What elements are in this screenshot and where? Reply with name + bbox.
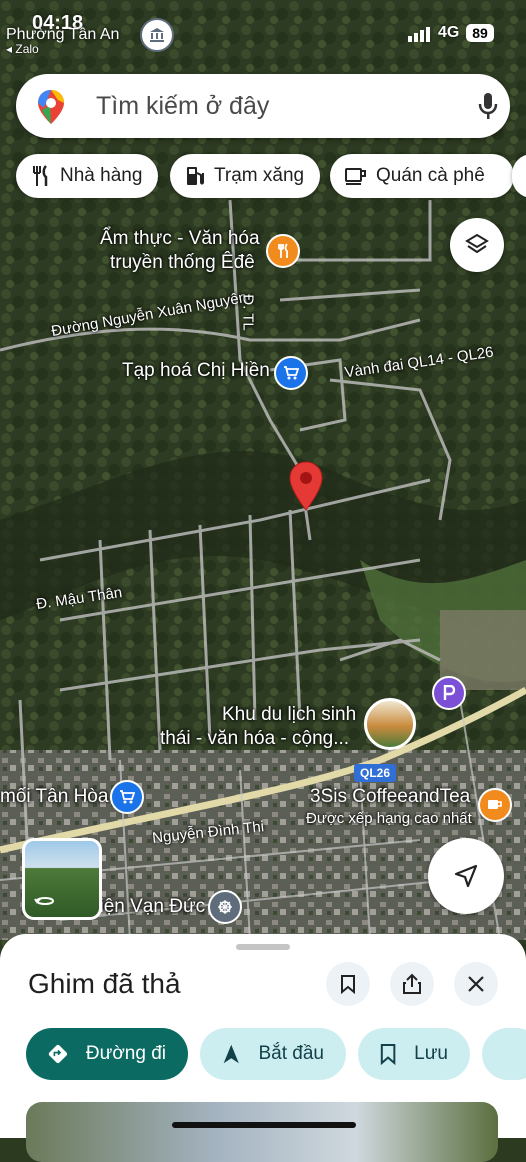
chip-gas-stations[interactable]: Trạm xăng: [170, 154, 320, 198]
shopping-cart-icon[interactable]: [274, 356, 308, 390]
battery-level: 89: [466, 24, 494, 42]
chip-label: Trạm xăng: [214, 165, 305, 186]
chip-restaurants[interactable]: Nhà hàng: [16, 154, 158, 198]
chip-more[interactable]: [512, 154, 526, 198]
poi-label-eco-park-line1[interactable]: Khu du lịch sinh: [222, 704, 356, 726]
network-type: 4G: [438, 24, 460, 41]
close-icon: [468, 976, 484, 992]
government-building-icon[interactable]: [140, 18, 174, 52]
layers-icon: [465, 233, 489, 254]
search-input[interactable]: Tìm kiếm ở đây: [96, 92, 269, 121]
bookmark-icon: [380, 1044, 396, 1066]
close-button[interactable]: [454, 962, 498, 1006]
start-navigation-button[interactable]: Bắt đầu: [200, 1028, 346, 1080]
status-bar: 04:18 Phường Tân An ◂ Zalo 4G 89: [0, 0, 526, 60]
category-chips: Nhà hàng Trạm xăng Quán cà phê: [16, 154, 526, 200]
route-shield-ql26: QL26: [354, 764, 397, 782]
shopping-cart-icon[interactable]: [110, 780, 144, 814]
poi-label-temple[interactable]: viện Vạn Đức: [90, 896, 205, 918]
place-title: Ghim đã thả: [28, 968, 181, 999]
navigate-icon: [223, 1044, 239, 1064]
save-place-button[interactable]: [326, 962, 370, 1006]
coffee-poi-icon[interactable]: [478, 788, 512, 822]
poi-label-cafe[interactable]: 3Sis CoffeeandTea: [310, 786, 470, 808]
signal-icon: [408, 27, 430, 42]
poi-label-cafe-rating: Được xếp hạng cao nhất: [306, 810, 472, 827]
bookmark-icon: [341, 975, 355, 994]
map-layers-button[interactable]: [450, 218, 504, 272]
restaurant-icon: [33, 165, 48, 186]
restaurant-poi-icon[interactable]: [266, 234, 300, 268]
street-view-thumbnail[interactable]: [22, 838, 102, 920]
street-view-rotate-icon: [34, 897, 55, 905]
gas-station-icon: [187, 167, 204, 185]
dropped-pin-icon[interactable]: [288, 460, 324, 512]
my-location-button[interactable]: [428, 838, 504, 914]
eco-park-thumbnail[interactable]: [364, 698, 416, 750]
place-bottom-sheet[interactable]: Ghim đã thả Đường đi Bắt đầu Lưu: [0, 934, 526, 1162]
back-to-app-link[interactable]: ◂ Zalo: [6, 42, 39, 56]
directions-icon: [48, 1044, 68, 1064]
poi-label-eco-park-line2[interactable]: thái - văn hóa - cộng...: [160, 728, 349, 750]
search-bar[interactable]: Tìm kiếm ở đây: [16, 74, 510, 138]
chip-coffee[interactable]: Quán cà phê: [330, 154, 514, 198]
microphone-icon[interactable]: [478, 92, 498, 120]
google-maps-logo-icon: [38, 90, 64, 124]
coffee-icon: [345, 168, 366, 185]
navigation-arrow-icon: [454, 864, 478, 888]
place-photo[interactable]: [26, 1102, 498, 1162]
action-label: Đường đi: [85, 1043, 166, 1064]
parking-poi-icon[interactable]: [432, 676, 466, 710]
share-icon: [403, 973, 421, 994]
poi-label-culinary-line1[interactable]: Ẩm thực - Văn hóa: [100, 228, 260, 250]
chip-label: Nhà hàng: [60, 165, 143, 186]
save-button[interactable]: Lưu: [358, 1028, 470, 1080]
poi-label-tan-hoa[interactable]: mối Tân Hòa: [0, 786, 108, 808]
directions-button[interactable]: Đường đi: [26, 1028, 188, 1080]
poi-label-culinary-line2[interactable]: truyền thống Êđê: [110, 252, 255, 274]
share-button[interactable]: [390, 962, 434, 1006]
action-label: Bắt đầu: [258, 1043, 325, 1064]
more-actions-button[interactable]: [482, 1028, 526, 1080]
poi-label-chi-hien[interactable]: Tạp hoá Chị Hiền: [122, 360, 270, 382]
action-label: Lưu: [414, 1043, 448, 1064]
sheet-drag-handle[interactable]: [236, 944, 290, 950]
chip-label: Quán cà phê: [376, 165, 485, 186]
road-label-dtl: Đ. TL: [239, 294, 257, 331]
temple-poi-icon[interactable]: [208, 890, 242, 924]
home-indicator[interactable]: [172, 1122, 356, 1128]
